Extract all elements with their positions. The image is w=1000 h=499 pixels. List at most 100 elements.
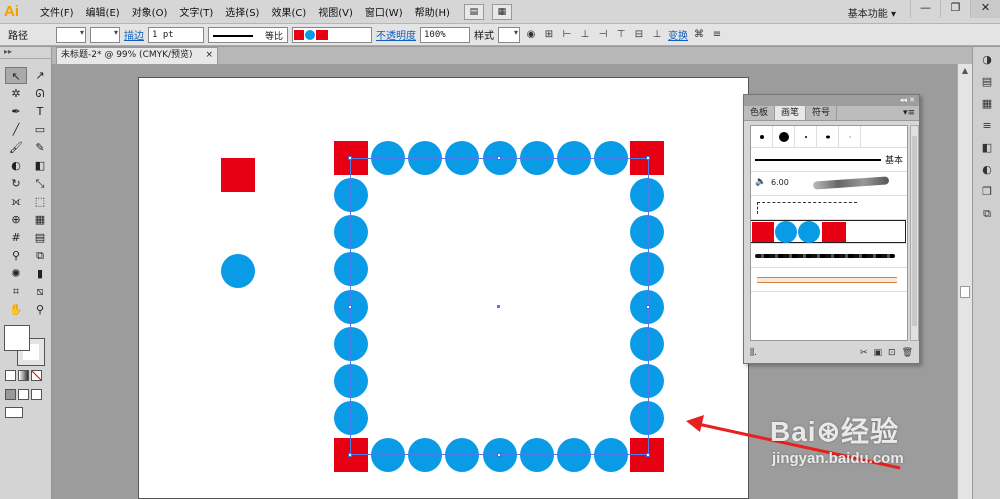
gradient-tool[interactable]: ▤	[29, 229, 51, 246]
symbol-sprayer-tool[interactable]: ✺	[5, 265, 27, 282]
menu-effect[interactable]: 效果(C)	[265, 4, 312, 19]
scale-tool[interactable]: ⤡	[29, 175, 51, 192]
draw-inside-button[interactable]	[31, 389, 42, 400]
lasso-tool[interactable]: ᘏ	[29, 85, 51, 102]
rectangle-tool[interactable]: ▭	[29, 121, 51, 138]
transform-link[interactable]: 变换	[668, 27, 688, 42]
stroke-link[interactable]: 描边	[124, 27, 144, 42]
brush-options-icon[interactable]: ▣	[874, 348, 883, 358]
menu-type[interactable]: 文字(T)	[173, 4, 219, 19]
artboards-panel-icon[interactable]: ⧉	[977, 205, 997, 223]
align-center-icon[interactable]: ⊥	[578, 28, 592, 42]
align-top-icon[interactable]: ⊤	[614, 28, 628, 42]
opacity-link[interactable]: 不透明度	[376, 27, 416, 42]
blue-circle-tile[interactable]	[221, 254, 255, 288]
panel-menu-icon[interactable]: ≡	[710, 28, 724, 42]
scroll-thumb[interactable]	[960, 286, 970, 298]
screen-mode-button[interactable]	[5, 407, 23, 418]
tab-brushes[interactable]: 画笔	[775, 106, 807, 120]
graphic-style-swatch[interactable]	[498, 26, 520, 43]
path-anchor-point[interactable]	[497, 453, 501, 457]
path-anchor-point[interactable]	[646, 156, 650, 160]
mesh-tool[interactable]: #	[5, 229, 27, 246]
workspace-switcher[interactable]: 基本功能 ▾	[848, 5, 896, 20]
charcoal-brush-row[interactable]	[751, 244, 907, 268]
pattern-brush-row[interactable]	[751, 220, 907, 244]
free-transform-tool[interactable]: ⬚	[29, 193, 51, 210]
swatches-panel-icon[interactable]: ▦	[977, 95, 997, 113]
minimize-button[interactable]: —	[910, 0, 940, 18]
type-tool[interactable]: T	[29, 103, 51, 120]
color-guide-icon[interactable]: ▤	[977, 73, 997, 91]
ribbon-brush-row[interactable]	[751, 268, 907, 292]
rotate-tool[interactable]: ↻	[5, 175, 27, 192]
align-right-icon[interactable]: ⊣	[596, 28, 610, 42]
magic-wand-tool[interactable]: ✲	[5, 85, 27, 102]
tab-symbols[interactable]: 符号	[806, 106, 838, 120]
menu-help[interactable]: 帮助(H)	[409, 4, 456, 19]
menu-view[interactable]: 视图(V)	[312, 4, 359, 19]
dashed-brush-row[interactable]	[751, 196, 907, 220]
brush-list-scrollbar[interactable]	[910, 125, 919, 341]
eraser-tool[interactable]: ◧	[29, 157, 51, 174]
zoom-tool[interactable]: ⚲	[29, 301, 51, 318]
gradient-mode-button[interactable]	[18, 370, 29, 381]
panel-grip[interactable]: ▸▸	[0, 47, 51, 59]
layers-panel-icon[interactable]: ❐	[977, 183, 997, 201]
draw-normal-button[interactable]	[5, 389, 16, 400]
menu-file[interactable]: 文件(F)	[34, 4, 80, 19]
blob-brush-tool[interactable]: ◐	[5, 157, 27, 174]
stroke-profile-select[interactable]: 等比	[208, 26, 288, 43]
remove-stroke-icon[interactable]: ✂	[860, 348, 868, 358]
color-panel-icon[interactable]: ◑	[977, 51, 997, 69]
slice-tool[interactable]: ⧅	[29, 283, 51, 300]
brush-item[interactable]	[751, 126, 773, 148]
path-anchor-point[interactable]	[348, 453, 352, 457]
pencil-tool[interactable]: ✎	[29, 139, 51, 156]
panel-collapse-bar[interactable]: ◂◂ ✕	[744, 95, 919, 106]
hand-tool[interactable]: ✋	[5, 301, 27, 318]
arrange-documents-icon[interactable]: ▦	[491, 3, 512, 20]
isolate-icon[interactable]: ⌘	[692, 28, 706, 42]
red-square-tile[interactable]	[221, 158, 255, 192]
document-tab[interactable]: 未标题-2* @ 99% (CMYK/预览) ×	[56, 47, 218, 64]
path-anchor-point[interactable]	[497, 156, 501, 160]
brush-item[interactable]	[839, 126, 861, 148]
close-button[interactable]: ✕	[970, 0, 1000, 18]
path-anchor-point[interactable]	[348, 156, 352, 160]
tab-swatches[interactable]: 色板	[744, 106, 776, 120]
stroke-weight-field[interactable]: 1 pt	[148, 26, 204, 43]
bridge-icon[interactable]: ▤	[463, 3, 484, 20]
menu-object[interactable]: 对象(O)	[126, 4, 174, 19]
paintbrush-tool[interactable]: 🖌	[5, 139, 27, 156]
width-tool[interactable]: ⟗	[5, 193, 27, 210]
recolor-icon[interactable]: ◉	[524, 28, 538, 42]
none-mode-button[interactable]	[31, 370, 42, 381]
line-tool[interactable]: ╱	[5, 121, 27, 138]
canvas-vertical-scrollbar[interactable]: ▲	[957, 64, 972, 499]
new-brush-icon[interactable]: ⊡	[888, 348, 896, 358]
trash-icon[interactable]: 🗑	[902, 348, 913, 358]
maximize-button[interactable]: ❐	[940, 0, 970, 18]
pen-tool[interactable]: ✒	[5, 103, 27, 120]
menu-window[interactable]: 窗口(W)	[359, 4, 409, 19]
artboard-tool[interactable]: ⌗	[5, 283, 27, 300]
perspective-grid-tool[interactable]: ▦	[29, 211, 51, 228]
column-graph-tool[interactable]: ▮	[29, 265, 51, 282]
draw-behind-button[interactable]	[18, 389, 29, 400]
transparency-panel-icon[interactable]: ◐	[977, 161, 997, 179]
align-to-icon[interactable]: ⊞	[542, 28, 556, 42]
direct-selection-tool[interactable]: ↗	[29, 67, 51, 84]
color-mode-button[interactable]	[5, 370, 16, 381]
basic-brush-row[interactable]: 基本	[751, 148, 907, 172]
fill-swatch[interactable]	[56, 26, 86, 43]
stroke-swatch[interactable]	[90, 26, 120, 43]
scroll-up-arrow[interactable]: ▲	[958, 64, 972, 78]
brush-item[interactable]	[795, 126, 817, 148]
eyedropper-tool[interactable]: ⚲	[5, 247, 27, 264]
shape-builder-tool[interactable]: ⊕	[5, 211, 27, 228]
gradient-panel-icon[interactable]: ◧	[977, 139, 997, 157]
fill-stroke-widget[interactable]	[4, 325, 48, 366]
menu-edit[interactable]: 编辑(E)	[80, 4, 126, 19]
path-anchor-point[interactable]	[646, 453, 650, 457]
